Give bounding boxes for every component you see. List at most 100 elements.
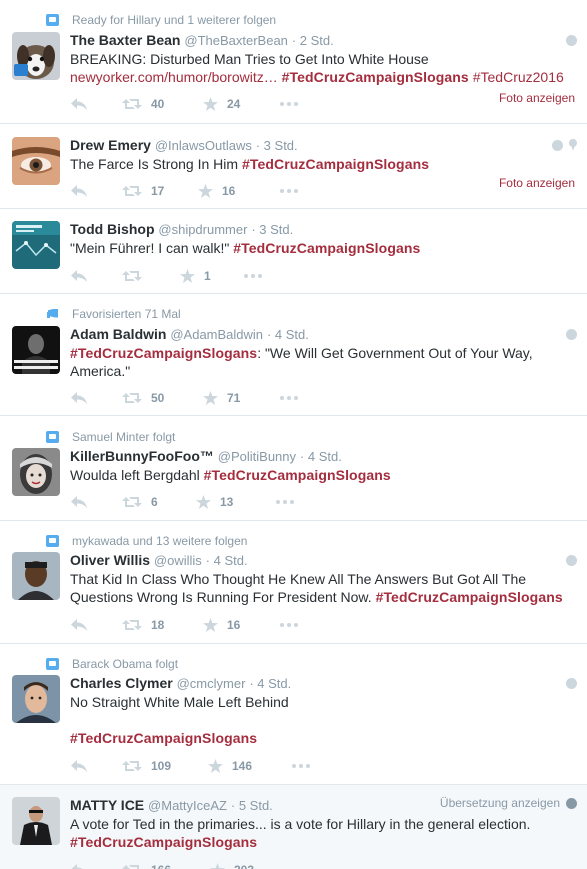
- hashtag-link[interactable]: #TedCruzCampaignSlogans: [233, 240, 420, 256]
- hashtag-link[interactable]: #TedCruzCampaignSlogans: [70, 345, 257, 361]
- retweet-icon: [122, 271, 142, 281]
- reply-icon[interactable]: [70, 759, 88, 773]
- tweet[interactable]: mykawada und 13 weitere folgen Oliver Wi…: [0, 521, 587, 644]
- favorite-count: 203: [234, 863, 254, 869]
- more-dots-icon: [280, 102, 298, 106]
- reply-icon[interactable]: [70, 269, 88, 283]
- avatar[interactable]: [12, 448, 60, 496]
- more-button[interactable]: [292, 764, 310, 768]
- retweet-count: 6: [151, 495, 158, 509]
- tweet-link[interactable]: newyorker.com/humor/borowitz…: [70, 69, 278, 85]
- tweet-text: Woulda left Bergdahl #TedCruzCampaignSlo…: [70, 467, 391, 483]
- reply-icon[interactable]: [70, 184, 88, 198]
- author-name[interactable]: Todd Bishop: [70, 221, 155, 237]
- favorite-button[interactable]: 203: [210, 863, 254, 869]
- author-name[interactable]: MATTY ICE: [70, 797, 144, 813]
- author-name[interactable]: Drew Emery: [70, 137, 151, 153]
- author-handle[interactable]: @cmclymer: [177, 676, 246, 691]
- tweet-time[interactable]: · 3 Std.: [256, 138, 298, 153]
- author-handle[interactable]: @owillis: [154, 553, 202, 568]
- tweet-time[interactable]: · 2 Std.: [292, 33, 334, 48]
- more-button[interactable]: [280, 102, 298, 106]
- tweet[interactable]: Todd Bishop @shipdrummer · 3 Std. "Mein …: [0, 209, 587, 294]
- avatar[interactable]: [12, 137, 60, 185]
- favorite-button[interactable]: 16: [198, 184, 235, 198]
- author-name[interactable]: KillerBunnyFooFoo™: [70, 448, 214, 464]
- author-handle[interactable]: @TheBaxterBean: [184, 33, 288, 48]
- reply-icon[interactable]: [70, 495, 88, 509]
- author-name[interactable]: Oliver Willis: [70, 552, 150, 568]
- tweet-time[interactable]: · 3 Std.: [251, 222, 293, 237]
- retweet-button[interactable]: 109: [122, 759, 171, 773]
- follow-icon: [46, 431, 59, 443]
- star-icon: [203, 97, 218, 111]
- retweet-button[interactable]: 50: [122, 391, 164, 405]
- hashtag-link[interactable]: #TedCruzCampaignSlogans: [242, 156, 429, 172]
- show-photo-link[interactable]: Foto anzeigen: [499, 176, 575, 190]
- tweet[interactable]: Übersetzung anzeigen MATTY ICE @MattyIce…: [0, 785, 587, 869]
- author-handle[interactable]: @PolitiBunny: [218, 449, 296, 464]
- tweet[interactable]: Drew Emery @InlawsOutlaws · 3 Std. The F…: [0, 124, 587, 209]
- tweet-time[interactable]: · 5 Std.: [231, 798, 273, 813]
- reply-icon[interactable]: [70, 618, 88, 632]
- retweet-button[interactable]: 18: [122, 618, 164, 632]
- hashtag-link[interactable]: #TedCruzCampaignSlogans: [70, 834, 257, 850]
- hashtag-link[interactable]: #TedCruzCampaignSlogans: [282, 69, 469, 85]
- favorite-button[interactable]: 71: [203, 391, 240, 405]
- tweet-time[interactable]: · 4 Std.: [206, 553, 248, 568]
- author-handle[interactable]: @shipdrummer: [158, 222, 247, 237]
- follow-icon: [46, 535, 59, 547]
- retweet-button[interactable]: 6: [122, 495, 158, 509]
- hashtag-link[interactable]: #TedCruzCampaignSlogans: [204, 467, 391, 483]
- retweet-icon: [122, 761, 142, 771]
- avatar[interactable]: [12, 32, 60, 80]
- favorite-button[interactable]: 16: [203, 618, 240, 632]
- more-button[interactable]: [280, 396, 298, 400]
- favorite-button[interactable]: 146: [208, 759, 252, 773]
- reply-icon[interactable]: [70, 97, 88, 111]
- more-button[interactable]: [280, 189, 298, 193]
- author-name[interactable]: The Baxter Bean: [70, 32, 180, 48]
- avatar[interactable]: [12, 797, 60, 845]
- tweet[interactable]: Samuel Minter folgt KillerBunnyFooFoo™ @…: [0, 416, 587, 521]
- more-button[interactable]: [280, 623, 298, 627]
- author-name[interactable]: Charles Clymer: [70, 675, 173, 691]
- retweet-button[interactable]: 17: [122, 184, 164, 198]
- more-button[interactable]: [276, 500, 294, 504]
- retweet-icon: [122, 186, 142, 196]
- tweet-time[interactable]: · 4 Std.: [267, 327, 309, 342]
- tweet-header: MATTY ICE @MattyIceAZ · 5 Std.: [70, 796, 575, 814]
- tweet-header: The Baxter Bean @TheBaxterBean · 2 Std.: [70, 31, 575, 49]
- tweet-header: KillerBunnyFooFoo™ @PolitiBunny · 4 Std.: [70, 447, 575, 465]
- reply-icon[interactable]: [70, 863, 88, 869]
- author-handle[interactable]: @MattyIceAZ: [148, 798, 227, 813]
- tweet[interactable]: Ready for Hillary und 1 weiterer folgen …: [0, 0, 587, 124]
- retweet-button[interactable]: [122, 269, 142, 283]
- retweet-icon: [122, 497, 142, 507]
- retweet-count: 18: [151, 618, 165, 632]
- author-handle[interactable]: @InlawsOutlaws: [155, 138, 252, 153]
- tweet-time[interactable]: · 4 Std.: [249, 676, 291, 691]
- avatar[interactable]: [12, 221, 60, 269]
- show-photo-link[interactable]: Foto anzeigen: [499, 91, 575, 105]
- hashtag-link[interactable]: #TedCruzCampaignSlogans: [70, 730, 257, 746]
- favorite-button[interactable]: 24: [203, 97, 240, 111]
- favorite-count: 146: [232, 759, 253, 773]
- avatar[interactable]: [12, 552, 60, 600]
- retweet-button[interactable]: 40: [122, 97, 164, 111]
- tweet[interactable]: Favorisierten 71 Mal Adam Baldwin @AdamB…: [0, 294, 587, 416]
- tweet-text: BREAKING: Disturbed Man Tries to Get Int…: [70, 51, 564, 85]
- avatar[interactable]: [12, 326, 60, 374]
- favorite-button[interactable]: 1: [180, 269, 211, 283]
- hashtag-link[interactable]: #TedCruz2016: [473, 69, 564, 85]
- favorite-button[interactable]: 13: [196, 495, 233, 509]
- author-handle[interactable]: @AdamBaldwin: [170, 327, 263, 342]
- author-name[interactable]: Adam Baldwin: [70, 326, 166, 342]
- tweet-time[interactable]: · 4 Std.: [300, 449, 342, 464]
- more-button[interactable]: [244, 274, 262, 278]
- reply-icon[interactable]: [70, 391, 88, 405]
- tweet[interactable]: Barack Obama folgt Charles Clymer @cmcly…: [0, 644, 587, 785]
- avatar[interactable]: [12, 675, 60, 723]
- retweet-button[interactable]: 166: [122, 863, 171, 869]
- hashtag-link[interactable]: #TedCruzCampaignSlogans: [376, 589, 563, 605]
